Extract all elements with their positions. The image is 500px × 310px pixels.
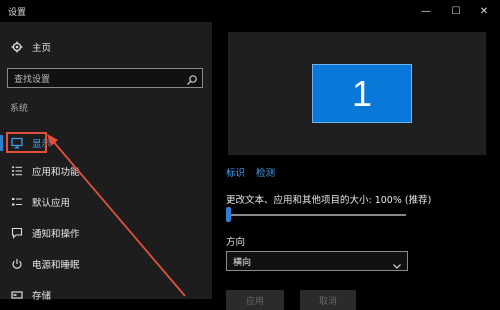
display-settings-pane: 1 标识 检测 更改文本、应用和其他项目的大小: 100% (推荐) 方向 横向…: [212, 22, 500, 310]
sidebar-item-default-apps[interactable]: 默认应用: [0, 191, 212, 213]
sidebar-item-label: 默认应用: [32, 198, 71, 209]
scale-slider-track[interactable]: [226, 214, 406, 216]
list-icon: [10, 164, 24, 178]
window-title: 设置: [8, 8, 27, 18]
sidebar-item-label: 电源和睡眠: [32, 260, 80, 271]
apply-button[interactable]: 应用: [226, 290, 284, 310]
sidebar-item-storage[interactable]: 存储: [0, 284, 212, 306]
sidebar-item-label: 应用和功能: [32, 167, 80, 178]
sidebar-item-label: 存储: [32, 291, 52, 302]
gear-icon: [10, 40, 24, 54]
maximize-button[interactable]: ☐: [444, 2, 468, 20]
display-links: 标识 检测: [226, 165, 283, 179]
default-apps-icon: [10, 195, 24, 209]
orientation-dropdown[interactable]: 横向: [226, 251, 408, 271]
storage-icon: [10, 288, 24, 302]
monitor-number: 1: [351, 72, 373, 114]
display-arrangement-panel: 1: [228, 32, 486, 155]
identify-link[interactable]: 标识: [226, 168, 245, 179]
sidebar-item-power-sleep[interactable]: 电源和睡眠: [0, 253, 212, 275]
sidebar-item-apps-features[interactable]: 应用和功能: [0, 160, 212, 182]
search-placeholder: 查找设置: [14, 75, 51, 85]
chevron-down-icon: [392, 256, 402, 269]
sidebar-item-label: 通知和操作: [32, 229, 80, 240]
scale-slider-thumb[interactable]: [226, 207, 231, 222]
cancel-button[interactable]: 取消: [300, 290, 356, 310]
annotation-highlight-box: [6, 132, 47, 153]
title-bar: 设置 — ☐ ✕: [0, 0, 500, 22]
scale-label: 更改文本、应用和其他项目的大小: 100% (推荐): [226, 195, 432, 206]
power-icon: [10, 257, 24, 271]
detect-link[interactable]: 检测: [256, 168, 275, 179]
close-button[interactable]: ✕: [472, 2, 496, 20]
search-icon[interactable]: [186, 71, 198, 85]
monitor-tile[interactable]: 1: [312, 64, 412, 123]
home-label: 主页: [32, 43, 52, 54]
message-icon: [10, 226, 24, 240]
orientation-value: 横向: [233, 258, 252, 268]
home-nav-item[interactable]: 主页: [0, 36, 212, 58]
settings-window: 设置 — ☐ ✕ 主页 查找设置 系统 显示 应用和功能 默认应用 通知和操作 …: [0, 0, 500, 310]
orientation-label: 方向: [226, 237, 246, 248]
minimize-button[interactable]: —: [414, 2, 438, 20]
search-input[interactable]: 查找设置: [7, 68, 203, 88]
section-header-system: 系统: [10, 104, 29, 114]
sidebar: 主页 查找设置 系统 显示 应用和功能 默认应用 通知和操作 电源和睡眠 存储: [0, 22, 212, 302]
sidebar-item-notifications[interactable]: 通知和操作: [0, 222, 212, 244]
